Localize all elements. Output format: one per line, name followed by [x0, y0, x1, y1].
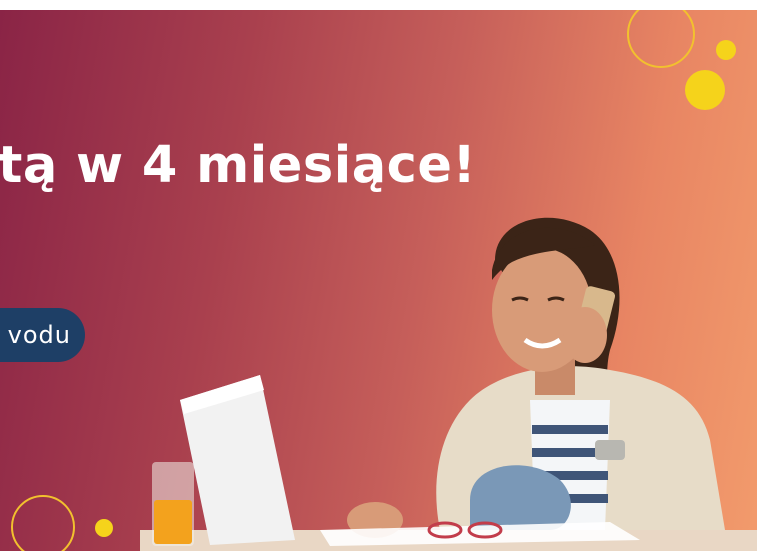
laptop: [180, 375, 295, 545]
wristwatch: [595, 440, 625, 460]
juice-glass: [152, 462, 194, 546]
promo-banner: tą w 4 miesiące! vodu: [0, 10, 757, 551]
decorative-ring-top: [627, 10, 695, 68]
decorative-dot-bottom: [95, 519, 113, 537]
decorative-dot-large: [685, 70, 725, 110]
decorative-ring-bottom: [11, 495, 75, 551]
cta-button[interactable]: vodu: [0, 308, 85, 362]
woman-on-phone-illustration: [140, 217, 757, 551]
decorative-dot-small: [716, 40, 736, 60]
hand-right: [563, 307, 607, 363]
banner-headline: tą w 4 miesiące!: [0, 136, 477, 195]
